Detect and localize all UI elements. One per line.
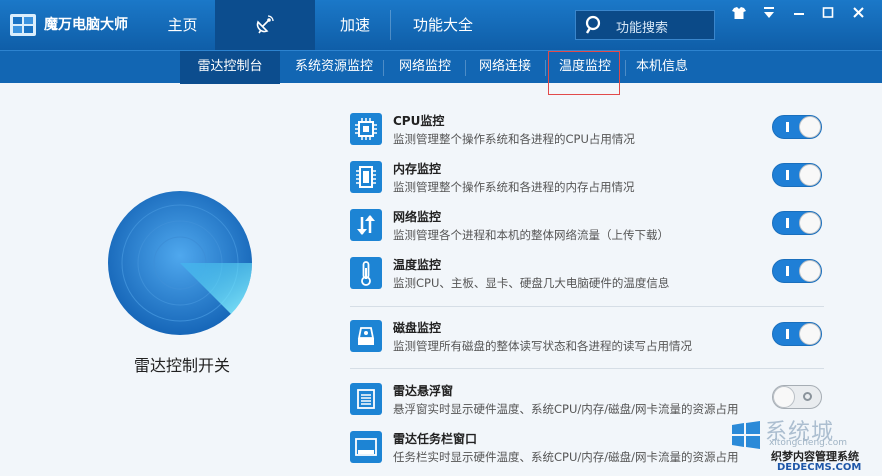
subtab-resource-monitor[interactable]: 系统资源监控	[290, 51, 378, 84]
toggle-knob	[799, 323, 821, 345]
tab-home[interactable]: 主页	[150, 0, 215, 50]
search-icon	[585, 15, 601, 34]
subtab-network-connections[interactable]: 网络连接	[470, 51, 540, 84]
watermark: 系统城 xitongcheng.com 织梦内容管理系统 DEDECMS.COM	[725, 412, 882, 476]
toggle-knob	[799, 212, 821, 234]
monitor-title: 温度监控	[393, 258, 442, 272]
search-placeholder: 功能搜索	[616, 21, 669, 36]
app-logo-icon	[10, 14, 36, 36]
monitor-item-network: 网络监控 监测管理各个进程和本机的整体网络流量（上传下载）	[350, 205, 830, 249]
section-divider	[350, 368, 824, 369]
app-title: 魔万电脑大师	[44, 17, 128, 33]
monitor-title: 磁盘监控	[393, 321, 442, 335]
monitor-title: 雷达任务栏窗口	[393, 432, 478, 446]
toggle-off-mark	[803, 392, 812, 401]
monitor-item-disk: 磁盘监控 监测管理所有磁盘的整体读写状态和各进程的读写占用情况	[350, 316, 830, 360]
cpu-chip-icon	[350, 113, 382, 145]
memory-icon	[350, 161, 382, 193]
monitor-item-memory: 内存监控 监测管理整个操作系统和各进程的内存占用情况	[350, 157, 830, 201]
subtab-separator	[545, 60, 546, 76]
toggle-knob	[799, 116, 821, 138]
monitor-item-cpu: CPU监控 监测管理整个操作系统和各进程的CPU占用情况	[350, 109, 830, 153]
temperature-monitor-toggle[interactable]	[772, 259, 822, 283]
disk-icon	[350, 320, 382, 352]
watermark-url: xitongcheng.com	[769, 438, 847, 448]
monitor-title: 雷达悬浮窗	[393, 384, 454, 398]
toggle-on-mark	[786, 170, 789, 180]
shirt-icon[interactable]	[726, 4, 752, 22]
sub-tab-bar: 雷达控制台 系统资源监控 网络监控 网络连接 温度监控 本机信息	[0, 50, 882, 84]
tab-separator	[390, 10, 391, 40]
toggle-knob	[799, 164, 821, 186]
radar-switch-label: 雷达控制开关	[133, 356, 230, 375]
monitor-title: CPU监控	[393, 114, 445, 128]
monitor-item-temperature: 温度监控 监测CPU、主板、显卡、硬盘几大电脑硬件的温度信息	[350, 253, 830, 297]
toggle-knob	[799, 260, 821, 282]
cpu-monitor-toggle[interactable]	[772, 115, 822, 139]
toggle-on-mark	[786, 122, 789, 132]
subtab-system-info[interactable]: 本机信息	[628, 51, 696, 84]
network-monitor-toggle[interactable]	[772, 211, 822, 235]
tab-radar[interactable]	[215, 0, 315, 50]
watermark-line3: DEDECMS.COM	[777, 462, 862, 473]
monitor-title: 内存监控	[393, 162, 442, 176]
toggle-on-mark	[786, 329, 789, 339]
toggle-on-mark	[786, 218, 789, 228]
highlight-annotation-box	[548, 51, 620, 95]
minimize-icon[interactable]	[786, 4, 812, 22]
up-down-arrows-icon	[350, 209, 382, 241]
satellite-dish-icon	[256, 15, 274, 34]
monitor-desc: 监测管理整个操作系统和各进程的CPU占用情况	[393, 132, 635, 146]
monitor-desc: 监测管理整个操作系统和各进程的内存占用情况	[393, 180, 635, 194]
tab-features[interactable]: 功能大全	[398, 0, 488, 50]
toggle-knob	[773, 386, 795, 408]
windows-logo-icon	[732, 421, 760, 449]
monitor-desc: 悬浮窗实时显示硬件温度、系统CPU/内存/磁盘/网卡流量的资源占用	[393, 402, 739, 416]
disk-monitor-toggle[interactable]	[772, 322, 822, 346]
maximize-icon[interactable]	[815, 4, 841, 22]
title-bar: 魔万电脑大师 主页 加速 功能大全 功能搜索	[0, 0, 882, 50]
search-box[interactable]: 功能搜索	[575, 10, 715, 40]
radar-toggle-icon[interactable]	[106, 189, 254, 337]
subtab-radar-console[interactable]: 雷达控制台	[180, 51, 280, 84]
floating-window-icon	[350, 383, 382, 415]
monitor-title: 网络监控	[393, 210, 442, 224]
subtab-separator	[625, 60, 626, 76]
floating-window-toggle[interactable]	[772, 385, 822, 409]
section-divider	[350, 306, 824, 307]
subtab-separator	[465, 60, 466, 76]
monitor-desc: 任务栏实时显示硬件温度、系统CPU/内存/磁盘/网卡流量的资源占用	[393, 450, 739, 464]
subtab-network-monitor[interactable]: 网络监控	[390, 51, 460, 84]
monitor-desc: 监测管理各个进程和本机的整体网络流量（上传下载）	[393, 228, 669, 242]
subtab-separator	[383, 60, 384, 76]
monitor-desc: 监测CPU、主板、显卡、硬盘几大电脑硬件的温度信息	[393, 276, 670, 290]
memory-monitor-toggle[interactable]	[772, 163, 822, 187]
monitor-desc: 监测管理所有磁盘的整体读写状态和各进程的读写占用情况	[393, 339, 692, 353]
menu-icon[interactable]	[756, 4, 782, 22]
thermometer-icon	[350, 257, 382, 289]
tab-speedup[interactable]: 加速	[320, 0, 390, 50]
close-icon[interactable]	[846, 4, 872, 22]
toggle-on-mark	[786, 266, 789, 276]
taskbar-window-icon	[350, 431, 382, 463]
